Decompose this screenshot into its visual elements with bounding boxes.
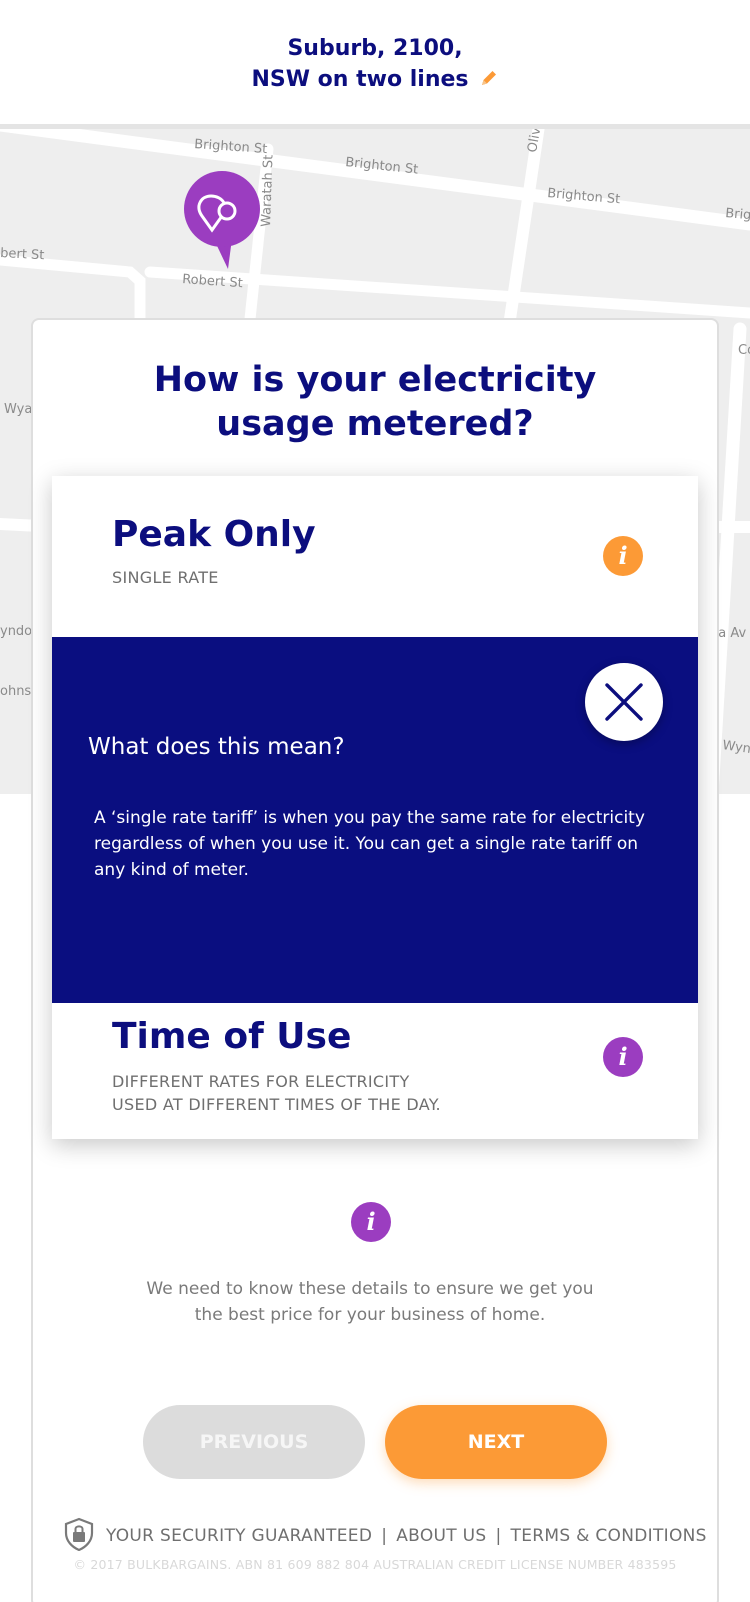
terms-link[interactable]: TERMS & CONDITIONS xyxy=(511,1526,707,1546)
close-icon xyxy=(605,683,643,721)
street-label: Co xyxy=(738,343,750,358)
question-title: How is your electricity usage metered? xyxy=(0,358,750,446)
street-label: yndo xyxy=(0,624,32,639)
street-label: Waratah St xyxy=(259,155,277,228)
option-title: Peak Only xyxy=(112,514,316,555)
help-text: We need to know these details to ensure … xyxy=(0,1276,740,1328)
street-label: Brig xyxy=(725,206,750,223)
address-line-2-text: NSW on two lines xyxy=(251,67,469,92)
location-pin-icon[interactable] xyxy=(184,171,260,269)
option-subtitle: DIFFERENT RATES FOR ELECTRICITY USED AT … xyxy=(112,1070,441,1116)
footer-separator: | xyxy=(381,1526,388,1546)
option-title: Time of Use xyxy=(112,1016,352,1057)
street-label: Robert St xyxy=(182,272,243,291)
info-icon[interactable]: i xyxy=(603,536,643,576)
option-subtitle-line-1: DIFFERENT RATES FOR ELECTRICITY xyxy=(112,1072,410,1091)
pencil-icon[interactable] xyxy=(479,68,499,94)
street-label: bert St xyxy=(0,246,45,263)
about-us-link[interactable]: ABOUT US xyxy=(396,1526,486,1546)
address-header: Suburb, 2100, NSW on two lines xyxy=(0,0,750,124)
popup-title: What does this mean? xyxy=(88,734,345,760)
copyright-text: © 2017 BULKBARGAINS. ABN 81 609 882 804 … xyxy=(73,1557,677,1572)
info-popup: What does this mean? A ‘single rate tari… xyxy=(52,637,698,1003)
info-icon[interactable]: i xyxy=(351,1202,391,1242)
question-line-1: How is your electricity xyxy=(153,360,597,400)
info-icon[interactable]: i xyxy=(603,1037,643,1077)
previous-button[interactable]: PREVIOUS xyxy=(143,1405,365,1479)
street-label: Wyn xyxy=(721,738,750,757)
meter-options: Peak Only SINGLE RATE i What does this m… xyxy=(52,476,698,1139)
popup-body: A ‘single rate tariff’ is when you pay t… xyxy=(94,808,645,880)
help-text-line-2: the best price for your business of home… xyxy=(194,1305,546,1325)
help-text-line-1: We need to know these details to ensure … xyxy=(146,1279,594,1299)
question-line-2: usage metered? xyxy=(216,404,534,444)
next-button[interactable]: NEXT xyxy=(385,1405,607,1479)
footer-separator: | xyxy=(495,1526,502,1546)
option-subtitle-line-2: USED AT DIFFERENT TIMES OF THE DAY. xyxy=(112,1095,441,1114)
option-subtitle: SINGLE RATE xyxy=(112,568,219,587)
shield-lock-icon xyxy=(62,1517,96,1556)
close-button[interactable] xyxy=(585,663,663,741)
address-line-1: Suburb, 2100, xyxy=(287,36,463,61)
address-line-2: NSW on two lines xyxy=(0,67,750,94)
security-link[interactable]: YOUR SECURITY GUARANTEED xyxy=(106,1526,372,1546)
footer-links: YOUR SECURITY GUARANTEED | ABOUT US | TE… xyxy=(62,1517,707,1556)
